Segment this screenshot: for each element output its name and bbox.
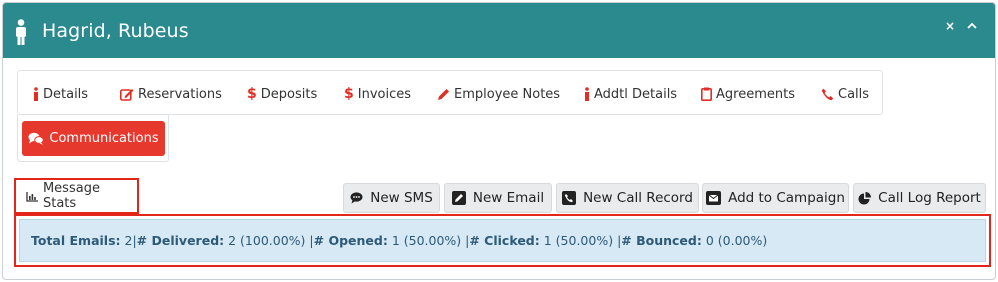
call-log-report-label: Call Log Report — [878, 190, 981, 206]
window-header: Hagrid, Rubeus × — [3, 3, 995, 58]
pencil-icon — [438, 88, 449, 100]
add-to-campaign-button[interactable]: Add to Campaign — [702, 183, 849, 213]
person-icon — [16, 19, 26, 45]
info-icon — [585, 87, 589, 101]
tab-label: Details — [43, 86, 89, 102]
tab-agreements[interactable]: Agreements — [701, 84, 795, 104]
total-emails-label: Total Emails: — [31, 233, 121, 248]
opened-label: # Opened: — [313, 233, 388, 248]
clicked-value: 1 (50.00%) — [543, 233, 614, 248]
pie-chart-icon — [858, 191, 872, 204]
email-stats-highlight: Total Emails: 2 | # Delivered: 2 (100.00%)… — [14, 214, 991, 267]
tab-label: Reservations — [138, 86, 222, 102]
phone-square-icon — [562, 191, 577, 205]
call-log-report-button[interactable]: Call Log Report — [853, 183, 986, 213]
new-sms-label: New SMS — [370, 190, 433, 206]
phone-icon — [821, 88, 834, 100]
communications-tab-row: Communications — [17, 115, 169, 162]
message-stats-label: Message Stats — [42, 181, 100, 211]
new-sms-button[interactable]: New SMS — [343, 183, 440, 213]
delivered-label: # Delivered: — [136, 233, 225, 248]
tab-calls[interactable]: Calls — [821, 84, 869, 104]
dollar-icon: $ — [247, 86, 257, 102]
communications-label: Communications — [49, 131, 159, 146]
bar-chart-icon — [26, 191, 38, 202]
collapse-icon[interactable] — [967, 19, 977, 33]
tab-details[interactable]: Details — [33, 84, 88, 104]
comments-icon — [28, 132, 45, 145]
edit-icon — [120, 88, 134, 101]
new-email-button[interactable]: New Email — [444, 183, 552, 213]
close-icon[interactable]: × — [945, 19, 955, 33]
tab-label: Agreements — [716, 86, 795, 102]
total-emails-value: 2 — [124, 233, 133, 248]
tab-label: Deposits — [260, 86, 318, 102]
opened-value: 1 (50.00%) — [391, 233, 462, 248]
delivered-value: 2 (100.00%) — [228, 233, 306, 248]
add-to-campaign-label: Add to Campaign — [728, 190, 845, 206]
tab-deposits[interactable]: $ Deposits — [247, 84, 317, 104]
window-title: Hagrid, Rubeus — [42, 20, 189, 42]
tab-label: Invoices — [357, 86, 412, 102]
envelope-square-icon — [706, 191, 722, 205]
message-stats-link[interactable]: Message Stats — [14, 178, 139, 214]
info-icon — [34, 87, 38, 101]
email-stats-bar: Total Emails: 2 | # Delivered: 2 (100.00%)… — [19, 219, 986, 262]
bounced-label: # Bounced: — [621, 233, 702, 248]
tab-invoices[interactable]: $ Invoices — [344, 84, 411, 104]
clicked-label: # Clicked: — [469, 233, 540, 248]
tab-reservations[interactable]: Reservations — [120, 84, 222, 104]
clipboard-icon — [701, 87, 712, 101]
contact-window: Hagrid, Rubeus × Details Reservations $ … — [2, 2, 996, 280]
tab-label: Calls — [838, 86, 870, 102]
tab-bar: Details Reservations $ Deposits $ Invoic… — [17, 70, 883, 115]
pencil-square-icon — [451, 191, 466, 205]
new-email-label: New Email — [472, 190, 545, 206]
tab-communications[interactable]: Communications — [22, 121, 165, 156]
new-call-record-label: New Call Record — [583, 190, 693, 206]
sms-icon — [350, 192, 363, 204]
tab-label: Addtl Details — [594, 86, 678, 102]
tab-addtl-details[interactable]: Addtl Details — [584, 84, 677, 104]
tab-label: Employee Notes — [454, 86, 561, 102]
bounced-value: 0 (0.00%) — [705, 233, 768, 248]
new-call-record-button[interactable]: New Call Record — [556, 183, 699, 213]
dollar-icon: $ — [344, 86, 354, 102]
tab-employee-notes[interactable]: Employee Notes — [437, 84, 560, 104]
